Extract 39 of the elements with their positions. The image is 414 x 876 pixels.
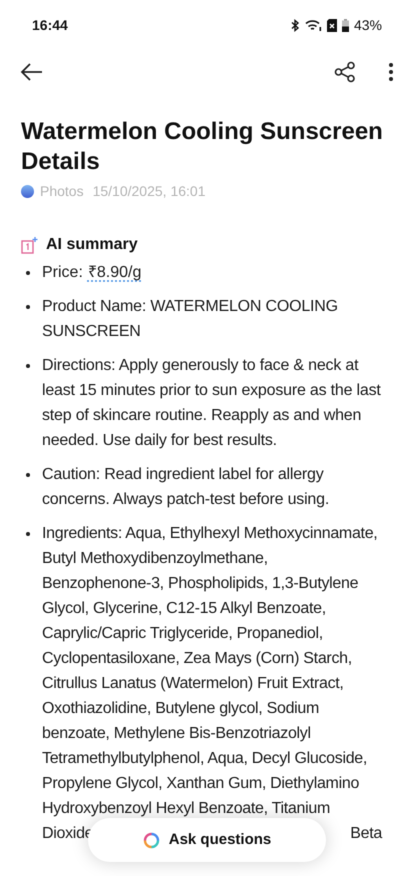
sparkle-ring-icon bbox=[142, 832, 160, 848]
more-icon bbox=[388, 62, 394, 82]
ingredients-line: Cyclopentasiloxane, Zea Mays (Corn) Starch, bbox=[42, 649, 353, 669]
ingredients-line: Tetramethylbutylphenol, Aqua, Decyl Glucoside, bbox=[42, 749, 368, 769]
ingredients-line: Oxothiazolidine, Butylene glycol, Sodium bbox=[42, 699, 320, 719]
status-time: 16:44 bbox=[32, 16, 68, 34]
ingredients-line: Butyl Methoxydibenzoylmethane, bbox=[42, 549, 269, 569]
page-title: Watermelon Cooling Sunscreen Details bbox=[21, 117, 384, 177]
bullet-icon bbox=[26, 532, 30, 536]
ai-summary-icon bbox=[21, 236, 38, 254]
bluetooth-icon bbox=[290, 18, 300, 32]
bullet-icon bbox=[26, 473, 30, 477]
ai-summary-heading: AI summary bbox=[46, 235, 138, 255]
bullet-icon bbox=[26, 271, 30, 275]
source-app: Photos bbox=[40, 182, 84, 201]
ingredients-line: Ingredients: Aqua, Ethylhexyl Methoxycinnamate, bbox=[42, 524, 378, 544]
ingredients-line: Propylene Glycol, Xanthan Gum, Diethylamino bbox=[42, 774, 360, 794]
bullet-icon bbox=[26, 305, 30, 309]
summary-bullet-text: Caution: Read ingredient label for allergy concerns. Always patch-test before using. bbox=[42, 465, 330, 510]
ingredients-line: Hydroxybenzoyl Hexyl Benzoate, Titanium bbox=[42, 799, 331, 819]
ingredients-line: Caprylic/Capric Triglyceride, Propanediol, bbox=[42, 624, 324, 644]
ingredients-line: Citrullus Lanatus (Watermelon) Fruit Extract, bbox=[42, 674, 345, 694]
capture-date: 15/10/2025, 16:01 bbox=[92, 182, 206, 201]
battery-icon bbox=[342, 18, 349, 32]
battery-percentage: 43% bbox=[354, 16, 382, 34]
bullet-icon bbox=[26, 364, 30, 368]
wifi-icon bbox=[304, 18, 322, 32]
summary-bullet-text: Product Name: WATERMELON COOLING SUNSCREEN bbox=[42, 297, 339, 342]
share-icon bbox=[334, 61, 356, 83]
price-link[interactable]: ₹8.90/g bbox=[88, 260, 142, 285]
ingredients-line: Benzophenone-3, Phospholipids, 1,3-Butylene bbox=[42, 574, 360, 594]
sim-card-icon bbox=[326, 18, 337, 32]
ingredients-line: Glycol, Glycerine, C12-15 Alkyl Benzoate, bbox=[42, 599, 327, 619]
photos-app-icon bbox=[21, 185, 34, 198]
back-arrow-icon bbox=[20, 62, 44, 82]
ingredients-line: benzoate, Methylene Bis-Benzotriazolyl bbox=[42, 724, 312, 744]
ingredients-line: Beta bbox=[350, 824, 382, 844]
summary-bullet-text: Directions: Apply generously to face & neck at least 15 minutes prior to sun exposure as the last step of skincare routine. Reapply as and when needed. Use daily for best results. bbox=[42, 356, 382, 451]
price-label: Price: bbox=[42, 263, 83, 283]
